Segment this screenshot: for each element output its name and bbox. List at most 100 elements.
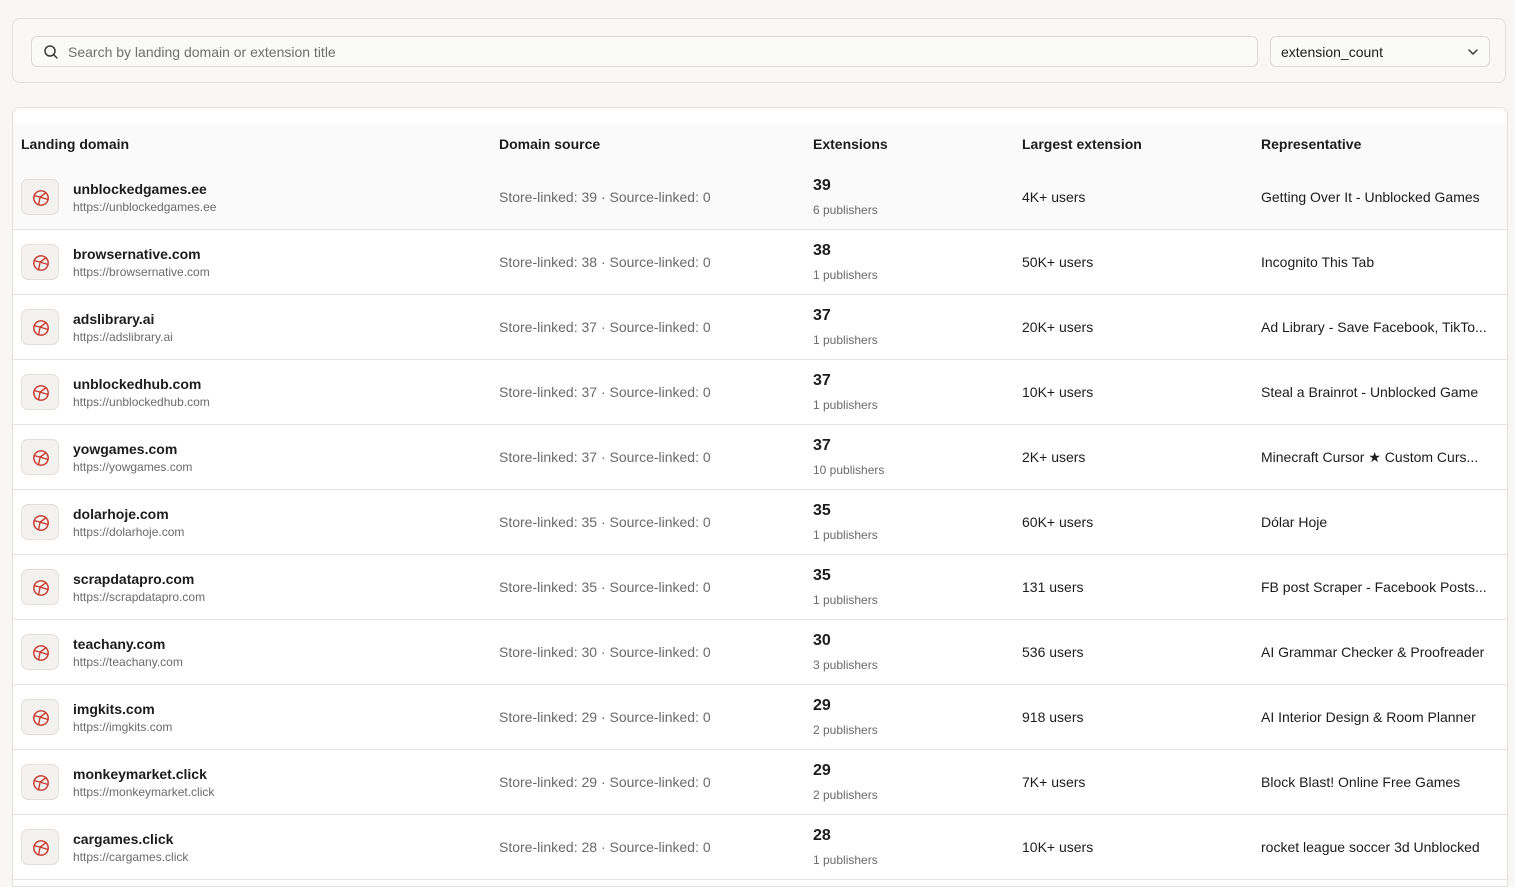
largest-extension-users: 131 users xyxy=(1022,579,1084,595)
search-icon xyxy=(44,45,58,59)
representative-extension[interactable]: Minecraft Cursor ★ Custom Curs... xyxy=(1261,449,1499,466)
landing-domain-name[interactable]: unblockedgames.ee xyxy=(73,181,207,197)
globe-icon xyxy=(33,775,49,791)
largest-extension-users: 7K+ users xyxy=(1022,774,1086,790)
publisher-count: 3 publishers xyxy=(813,658,878,672)
domain-source-text: Store-linked: 30 · Source-linked: 0 xyxy=(499,644,711,660)
extension-count: 30 xyxy=(813,632,831,649)
landing-domain-url[interactable]: https://imgkits.com xyxy=(73,720,172,734)
representative-extension[interactable]: Getting Over It - Unblocked Games xyxy=(1261,189,1499,205)
domain-source-text: Store-linked: 37 · Source-linked: 0 xyxy=(499,449,711,465)
landing-domain-url[interactable]: https://adslibrary.ai xyxy=(73,330,173,344)
landing-domain-url[interactable]: https://monkeymarket.click xyxy=(73,785,214,799)
table-row[interactable]: adslibrary.ai https://adslibrary.ai Store-… xyxy=(13,295,1507,360)
table-row[interactable]: browsernative.com https://browsernative.c… xyxy=(13,230,1507,295)
globe-icon xyxy=(33,320,49,336)
representative-extension[interactable]: AI Interior Design & Room Planner xyxy=(1261,709,1499,725)
landing-domain-url[interactable]: https://unblockedhub.com xyxy=(73,395,210,409)
representative-extension[interactable]: Steal a Brainrot - Unblocked Game xyxy=(1261,384,1499,400)
favicon xyxy=(21,179,59,215)
extension-count: 39 xyxy=(813,177,831,194)
favicon xyxy=(21,569,59,605)
filter-bar: extension_count xyxy=(12,18,1506,83)
extension-count: 35 xyxy=(813,502,831,519)
table-row[interactable]: dolarhoje.com https://dolarhoje.com Store-… xyxy=(13,490,1507,555)
favicon xyxy=(21,309,59,345)
column-header-extensions[interactable]: Extensions xyxy=(813,136,888,152)
representative-extension[interactable]: FB post Scraper - Facebook Posts... xyxy=(1261,579,1499,595)
favicon xyxy=(21,439,59,475)
favicon xyxy=(21,829,59,865)
table-row[interactable]: unblockedhub.com https://unblockedhub.com… xyxy=(13,360,1507,425)
publisher-count: 1 publishers xyxy=(813,333,878,347)
table-row[interactable]: scrapdatapro.com https://scrapdatapro.com… xyxy=(13,555,1507,620)
representative-extension[interactable]: Dólar Hoje xyxy=(1261,514,1499,530)
representative-extension[interactable]: AI Grammar Checker & Proofreader xyxy=(1261,644,1499,660)
table-row[interactable]: imgkits.com https://imgkits.com Store-link… xyxy=(13,685,1507,750)
representative-extension[interactable]: rocket league soccer 3d Unblocked xyxy=(1261,839,1499,855)
search-input[interactable] xyxy=(68,37,1248,66)
representative-extension[interactable]: Ad Library - Save Facebook, TikTo... xyxy=(1261,319,1499,335)
favicon xyxy=(21,764,59,800)
extension-count: 38 xyxy=(813,242,831,259)
column-header-domain-source[interactable]: Domain source xyxy=(499,136,600,152)
globe-icon xyxy=(33,385,49,401)
landing-domain-url[interactable]: https://dolarhoje.com xyxy=(73,525,184,539)
domain-source-text: Store-linked: 39 · Source-linked: 0 xyxy=(499,189,711,205)
publisher-count: 10 publishers xyxy=(813,463,885,477)
publisher-count: 1 publishers xyxy=(813,593,878,607)
sort-select[interactable]: extension_count xyxy=(1270,36,1490,67)
landing-domain-url[interactable]: https://scrapdatapro.com xyxy=(73,590,205,604)
domain-source-text: Store-linked: 29 · Source-linked: 0 xyxy=(499,709,711,725)
landing-domain-url[interactable]: https://yowgames.com xyxy=(73,460,192,474)
landing-domain-name[interactable]: teachany.com xyxy=(73,636,165,652)
publisher-count: 1 publishers xyxy=(813,398,878,412)
column-header-largest-extension[interactable]: Largest extension xyxy=(1022,136,1142,152)
favicon xyxy=(21,634,59,670)
favicon xyxy=(21,244,59,280)
landing-domain-url[interactable]: https://browsernative.com xyxy=(73,265,210,279)
landing-domain-name[interactable]: unblockedhub.com xyxy=(73,376,201,392)
landing-domain-name[interactable]: browsernative.com xyxy=(73,246,201,262)
globe-icon xyxy=(33,450,49,466)
publisher-count: 1 publishers xyxy=(813,528,878,542)
column-header-representative[interactable]: Representative xyxy=(1261,136,1361,152)
largest-extension-users: 4K+ users xyxy=(1022,189,1086,205)
landing-domain-name[interactable]: imgkits.com xyxy=(73,701,155,717)
publisher-count: 1 publishers xyxy=(813,268,878,282)
table-row[interactable]: yowgames.com https://yowgames.com Store-li… xyxy=(13,425,1507,490)
landing-domain-name[interactable]: dolarhoje.com xyxy=(73,506,169,522)
extension-count: 37 xyxy=(813,437,831,454)
table-row[interactable]: cargames.click https://cargames.click Stor… xyxy=(13,815,1507,880)
domain-source-text: Store-linked: 35 · Source-linked: 0 xyxy=(499,579,711,595)
publisher-count: 6 publishers xyxy=(813,203,878,217)
extension-count: 35 xyxy=(813,567,831,584)
largest-extension-users: 2K+ users xyxy=(1022,449,1086,465)
table-header: Landing domain Domain source Extensions … xyxy=(13,124,1507,166)
landing-domain-url[interactable]: https://unblockedgames.ee xyxy=(73,200,216,214)
landing-domain-name[interactable]: scrapdatapro.com xyxy=(73,571,194,587)
landing-domain-name[interactable]: yowgames.com xyxy=(73,441,177,457)
search-box[interactable] xyxy=(31,36,1258,67)
landing-domain-name[interactable]: monkeymarket.click xyxy=(73,766,207,782)
largest-extension-users: 536 users xyxy=(1022,644,1084,660)
representative-extension[interactable]: Incognito This Tab xyxy=(1261,254,1499,270)
landing-domain-url[interactable]: https://teachany.com xyxy=(73,655,183,669)
domain-source-text: Store-linked: 35 · Source-linked: 0 xyxy=(499,514,711,530)
largest-extension-users: 50K+ users xyxy=(1022,254,1094,270)
table-row[interactable]: monkeymarket.click https://monkeymarket.c… xyxy=(13,750,1507,815)
column-header-landing-domain[interactable]: Landing domain xyxy=(21,136,129,152)
domain-source-text: Store-linked: 37 · Source-linked: 0 xyxy=(499,384,711,400)
table-row[interactable]: unblockedgames.ee https://unblockedgames.… xyxy=(13,165,1507,230)
landing-domain-name[interactable]: cargames.click xyxy=(73,831,173,847)
landing-domain-url[interactable]: https://cargames.click xyxy=(73,850,188,864)
largest-extension-users: 10K+ users xyxy=(1022,839,1094,855)
table-row[interactable]: teachany.com https://teachany.com Store-li… xyxy=(13,620,1507,685)
representative-extension[interactable]: Block Blast! Online Free Games xyxy=(1261,774,1499,790)
extension-count: 29 xyxy=(813,697,831,714)
landing-domain-name[interactable]: adslibrary.ai xyxy=(73,311,154,327)
publisher-count: 2 publishers xyxy=(813,723,878,737)
sort-select-value: extension_count xyxy=(1281,44,1383,60)
largest-extension-users: 20K+ users xyxy=(1022,319,1094,335)
largest-extension-users: 10K+ users xyxy=(1022,384,1094,400)
